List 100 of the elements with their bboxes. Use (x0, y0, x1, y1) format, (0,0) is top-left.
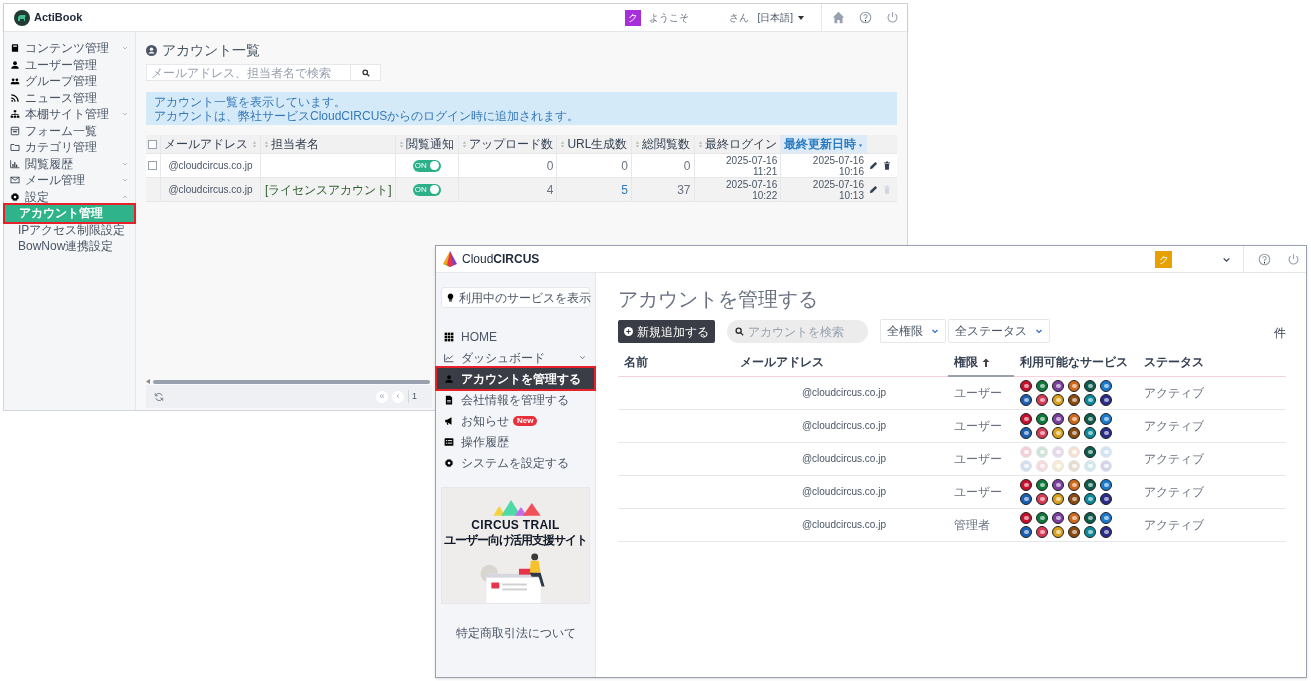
service-icon[interactable] (1100, 379, 1112, 392)
sidebar-subitem[interactable]: IPアクセス制限設定 (4, 221, 135, 238)
service-icon[interactable] (1084, 511, 1096, 524)
service-icon[interactable] (1100, 412, 1112, 425)
column-header[interactable]: ステータス (1138, 349, 1286, 376)
service-icon[interactable] (1068, 478, 1080, 491)
help-icon[interactable] (859, 11, 872, 24)
service-icon[interactable] (1052, 379, 1064, 392)
service-icon[interactable] (1052, 393, 1064, 406)
home-icon[interactable] (832, 11, 845, 24)
nav-item[interactable]: アカウントを管理する (437, 368, 594, 389)
sidebar-item[interactable]: 本棚サイト管理 (4, 106, 135, 123)
service-icon[interactable] (1084, 492, 1096, 505)
service-icon[interactable] (1084, 393, 1096, 406)
service-icon[interactable] (1052, 426, 1064, 439)
service-icon[interactable] (1020, 511, 1032, 524)
show-services-button[interactable]: 利用中のサービスを表示 (441, 287, 590, 308)
service-icon[interactable] (1100, 492, 1112, 505)
sidebar-item[interactable]: コンテンツ管理 (4, 40, 135, 57)
scrollbar-thumb[interactable] (153, 379, 430, 384)
column-header[interactable]: メールアドレス (160, 135, 261, 154)
column-header[interactable]: 総閲覧数 (631, 135, 694, 154)
legal-link[interactable]: 特定商取引法について (439, 624, 592, 642)
service-icon[interactable] (1100, 478, 1112, 491)
search-bar[interactable]: アカウントを検索 (727, 320, 868, 343)
service-icon[interactable] (1036, 412, 1048, 425)
service-icon[interactable] (1084, 426, 1096, 439)
service-icon[interactable] (1036, 393, 1048, 406)
language-dropdown[interactable]: [日本語] (757, 10, 805, 25)
service-icon[interactable] (1068, 511, 1080, 524)
row-checkbox[interactable] (148, 161, 157, 170)
service-icon[interactable] (1084, 379, 1096, 392)
power-icon[interactable] (886, 11, 899, 24)
service-icon[interactable] (1068, 393, 1080, 406)
column-header[interactable]: 閲覧通知 (395, 135, 459, 154)
service-icon[interactable] (1052, 525, 1064, 538)
service-icon[interactable] (1052, 478, 1064, 491)
search-field[interactable]: メールアドレス、担当者名で検索 (146, 64, 351, 81)
service-icon[interactable] (1052, 511, 1064, 524)
sidebar-item[interactable]: ニュース管理 (4, 89, 135, 106)
service-icon[interactable] (1020, 412, 1032, 425)
service-icon[interactable] (1084, 445, 1096, 458)
column-header[interactable]: メールアドレス (734, 349, 948, 376)
service-icon[interactable] (1068, 412, 1080, 425)
service-icon[interactable] (1020, 379, 1032, 392)
promo-banner[interactable]: CIRCUS TRAIL ユーザー向け活用支援サイト (441, 487, 590, 604)
service-icon[interactable] (1084, 412, 1096, 425)
column-header[interactable]: 名前 (618, 349, 734, 376)
search-input[interactable]: アカウントを検索 (748, 322, 860, 341)
help-icon[interactable] (1258, 252, 1271, 266)
refresh-icon[interactable] (154, 391, 164, 402)
service-icon[interactable] (1036, 511, 1048, 524)
column-header[interactable]: 利用可能なサービス (1014, 349, 1138, 376)
nav-item[interactable]: ダッシュボード (439, 347, 592, 368)
service-icon[interactable] (1100, 426, 1112, 439)
column-header[interactable]: 担当者名 (260, 135, 396, 154)
service-icon[interactable] (1020, 393, 1032, 406)
nav-item[interactable]: 会社情報を管理する (439, 389, 592, 410)
nav-item[interactable]: HOME (439, 326, 592, 347)
sidebar-item[interactable]: メール管理 (4, 172, 135, 189)
service-icon[interactable] (1052, 412, 1064, 425)
count-link[interactable]: 5 (621, 182, 628, 197)
nav-item[interactable]: お知らせ New (439, 410, 592, 431)
service-icon[interactable] (1068, 492, 1080, 505)
service-icon[interactable] (1100, 525, 1112, 538)
power-icon[interactable] (1287, 252, 1300, 266)
service-icon[interactable] (1036, 426, 1048, 439)
sidebar-item[interactable]: 閲覧履歴 (4, 155, 135, 172)
service-icon[interactable] (1036, 525, 1048, 538)
service-icon[interactable] (1020, 525, 1032, 538)
service-icon[interactable] (1020, 426, 1032, 439)
select-all-checkbox[interactable] (148, 139, 157, 149)
service-icon[interactable] (1068, 525, 1080, 538)
service-icon[interactable] (1036, 379, 1048, 392)
search-button[interactable] (351, 64, 381, 81)
service-icon[interactable] (1036, 478, 1048, 491)
pencil-icon[interactable] (869, 161, 878, 170)
service-icon[interactable] (1100, 393, 1112, 406)
column-header[interactable]: アップロード数 (458, 135, 557, 154)
sidebar-item[interactable]: カテゴリ管理 (4, 139, 135, 156)
service-icon[interactable] (1100, 511, 1112, 524)
nav-item[interactable]: 操作履歴 (439, 431, 592, 452)
sidebar-item[interactable]: 設定 (4, 188, 135, 205)
sidebar-subitem[interactable]: BowNow連携設定 (4, 238, 135, 255)
pencil-icon[interactable] (869, 185, 878, 194)
service-icon[interactable] (1084, 478, 1096, 491)
scroll-left-icon[interactable] (146, 379, 150, 384)
service-icon[interactable] (1036, 492, 1048, 505)
column-header[interactable]: URL生成数 (556, 135, 632, 154)
column-header[interactable]: 権限 (948, 349, 1014, 376)
service-icon[interactable] (1052, 492, 1064, 505)
column-header[interactable]: 最終更新日時 (780, 135, 867, 154)
service-icon[interactable] (1068, 426, 1080, 439)
nav-item[interactable]: システムを設定する (439, 452, 592, 473)
service-icon[interactable] (1084, 525, 1096, 538)
trash-icon[interactable] (883, 161, 891, 170)
filter-dropdown[interactable]: 全ステータス (948, 319, 1050, 343)
filter-dropdown[interactable]: 全権限 (880, 319, 946, 343)
sidebar-item[interactable]: ユーザー管理 (4, 56, 135, 73)
service-icon[interactable] (1068, 379, 1080, 392)
